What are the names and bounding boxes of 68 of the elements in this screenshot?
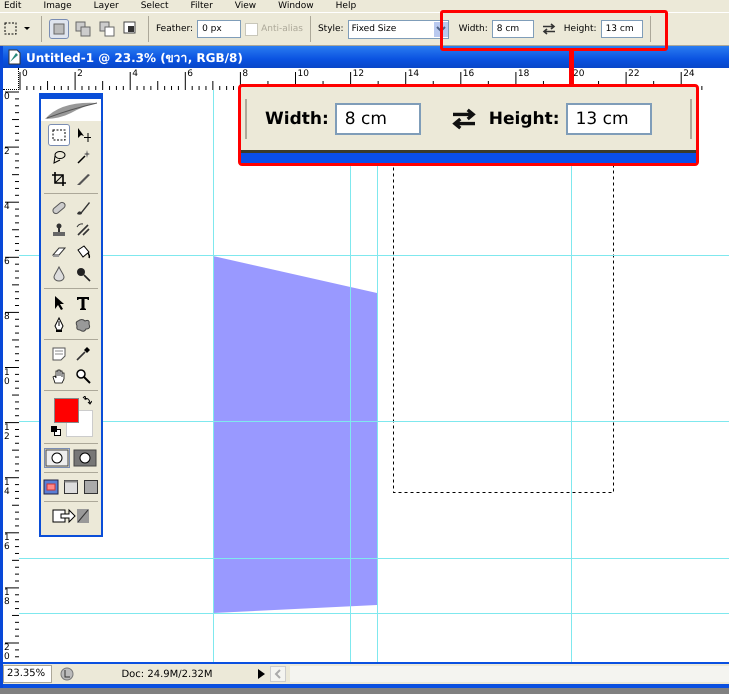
screen-mode-icon[interactable] (43, 479, 59, 495)
style-dropdown[interactable]: Fixed Size (348, 20, 449, 38)
ruler-label: 6 (187, 69, 194, 79)
clock-icon[interactable] (60, 667, 74, 681)
height-field[interactable]: 13 cm (600, 20, 643, 38)
ruler-label: 2 (77, 69, 83, 79)
crop-tool-icon[interactable] (49, 169, 69, 189)
menu-item[interactable]: Help (336, 0, 356, 12)
height-label: Height: (564, 24, 597, 34)
width-field: 8 cm (334, 102, 421, 134)
swap-arrows-icon (450, 108, 477, 130)
quick-mask-icon[interactable] (73, 449, 97, 467)
color-swatches-icon[interactable] (54, 398, 93, 437)
menu-item[interactable]: Window (278, 0, 314, 12)
ruler-label: 12 (352, 69, 364, 79)
ruler-label: 4 (132, 69, 138, 79)
status-menu-arrow-icon[interactable] (256, 668, 266, 680)
width-label: Width: (265, 108, 329, 128)
swap-colors-icon[interactable] (82, 396, 92, 406)
ruler-label: 22 (628, 69, 640, 79)
menu-item[interactable]: View (234, 0, 256, 12)
selection-mode-icon (51, 21, 67, 37)
menu-item[interactable]: Layer (94, 0, 119, 12)
canvas[interactable] (19, 90, 729, 662)
menu-item[interactable]: Edit (4, 0, 22, 12)
marquee-tool-icon[interactable] (48, 124, 70, 146)
feather-label: Feather: (156, 24, 194, 34)
ruler-label: 10 (298, 69, 309, 79)
style-label: Style: (318, 24, 344, 34)
document-title: Untitled-1 @ 23.3% (ขวา, RGB/8) (26, 50, 243, 66)
ruler-label: 14 (408, 69, 420, 79)
height-label: Height: (488, 108, 560, 128)
ruler-label: 10 (4, 368, 10, 386)
zoom-level-field[interactable]: 23.35% (3, 665, 52, 683)
menu-item[interactable]: Filter (190, 0, 213, 12)
feather-logo-icon (41, 99, 101, 121)
jump-to-app-icon[interactable] (51, 506, 91, 526)
default-colors-icon[interactable] (51, 426, 61, 436)
ruler-label: 16 (4, 534, 10, 552)
screen-mode-icon[interactable] (83, 479, 99, 495)
screen-mode-icon[interactable] (63, 479, 79, 495)
ruler-label: 14 (4, 478, 10, 497)
ruler-label: 20 (4, 644, 10, 662)
ruler-label: 24 (683, 69, 695, 79)
ruler-label: 0 (4, 93, 10, 102)
selection-mode-button[interactable] (97, 19, 117, 39)
ruler-label: 18 (518, 69, 530, 79)
selection-mode-icon (75, 21, 91, 37)
menu-item[interactable]: Select (140, 0, 168, 12)
feather-field[interactable]: 0 px (197, 20, 242, 38)
ruler-label: 18 (4, 588, 10, 607)
ruler-label: 16 (462, 69, 474, 79)
width-field[interactable]: 8 cm (492, 20, 534, 38)
height-field: 13 cm (566, 102, 652, 134)
standard-mode-icon[interactable] (45, 449, 69, 467)
swap-arrows-icon[interactable] (542, 23, 556, 35)
ruler-label: 0 (22, 69, 28, 79)
ruler-label: 20 (573, 69, 584, 79)
document-size-info: Doc: 24.9M/2.32M (120, 668, 214, 680)
ruler-label: 12 (4, 424, 10, 442)
ruler-label: 8 (4, 313, 10, 322)
document-icon (6, 49, 22, 65)
menu-item[interactable]: Image (43, 0, 72, 12)
selection-mode-icon (99, 21, 115, 37)
ruler-label: 6 (4, 258, 10, 268)
width-label: Width: (458, 24, 488, 34)
ruler-label: 8 (242, 69, 248, 79)
ruler-origin[interactable] (3, 68, 19, 90)
